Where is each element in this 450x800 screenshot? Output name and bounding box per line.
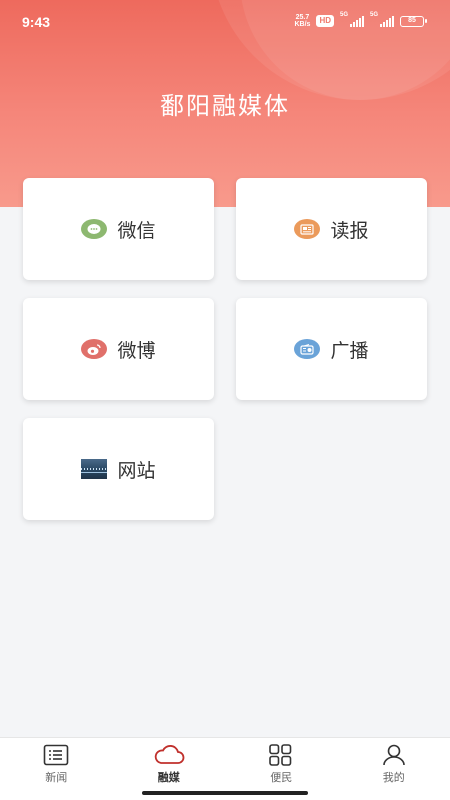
newspaper-icon xyxy=(294,219,321,239)
page-title: 鄱阳融媒体 xyxy=(160,92,290,120)
user-icon xyxy=(382,744,405,766)
network-speed-value: 25.7 xyxy=(295,14,310,21)
cloud-icon xyxy=(154,745,185,764)
card-label: 广播 xyxy=(330,339,369,362)
weibo-icon xyxy=(81,339,108,359)
nav-label: 融媒 xyxy=(157,771,180,784)
website-thumbnail-icon xyxy=(81,459,108,479)
signal-icon: 5G xyxy=(370,12,394,27)
card-label: 微信 xyxy=(117,219,156,242)
card-label: 微博 xyxy=(117,339,156,362)
signal-icon: 5G xyxy=(340,12,364,27)
nav-label: 便民 xyxy=(270,771,293,784)
card-weibo[interactable]: 微博 xyxy=(23,298,214,400)
nav-label: 我的 xyxy=(382,771,405,784)
network-speed: 25.7 KB/s xyxy=(294,14,310,28)
nav-item-news[interactable]: 新闻 xyxy=(0,738,113,800)
card-wechat[interactable]: 微信 xyxy=(23,178,214,280)
card-label: 网站 xyxy=(117,459,156,482)
battery-icon: 85 xyxy=(400,15,427,27)
home-indicator[interactable] xyxy=(142,791,308,795)
list-icon xyxy=(43,744,69,766)
card-website[interactable]: 网站 xyxy=(23,418,214,520)
card-radio[interactable]: 广播 xyxy=(236,298,427,400)
status-time: 9:43 xyxy=(22,14,51,30)
status-bar: 9:43 25.7 KB/s HD 5G 5G 85 xyxy=(0,0,450,46)
wechat-icon xyxy=(81,219,108,239)
card-label: 读报 xyxy=(330,219,369,242)
network-speed-unit: KB/s xyxy=(294,21,311,28)
hd-icon: HD xyxy=(316,15,334,27)
grid-icon xyxy=(269,744,292,766)
radio-icon xyxy=(294,339,321,359)
nav-label: 新闻 xyxy=(45,771,68,784)
card-newspaper[interactable]: 读报 xyxy=(236,178,427,280)
status-indicators: 25.7 KB/s HD 5G 5G 85 xyxy=(294,12,427,28)
nav-item-profile[interactable]: 我的 xyxy=(338,738,450,800)
signal-label: 5G xyxy=(370,12,379,18)
signal-label: 5G xyxy=(340,12,349,18)
